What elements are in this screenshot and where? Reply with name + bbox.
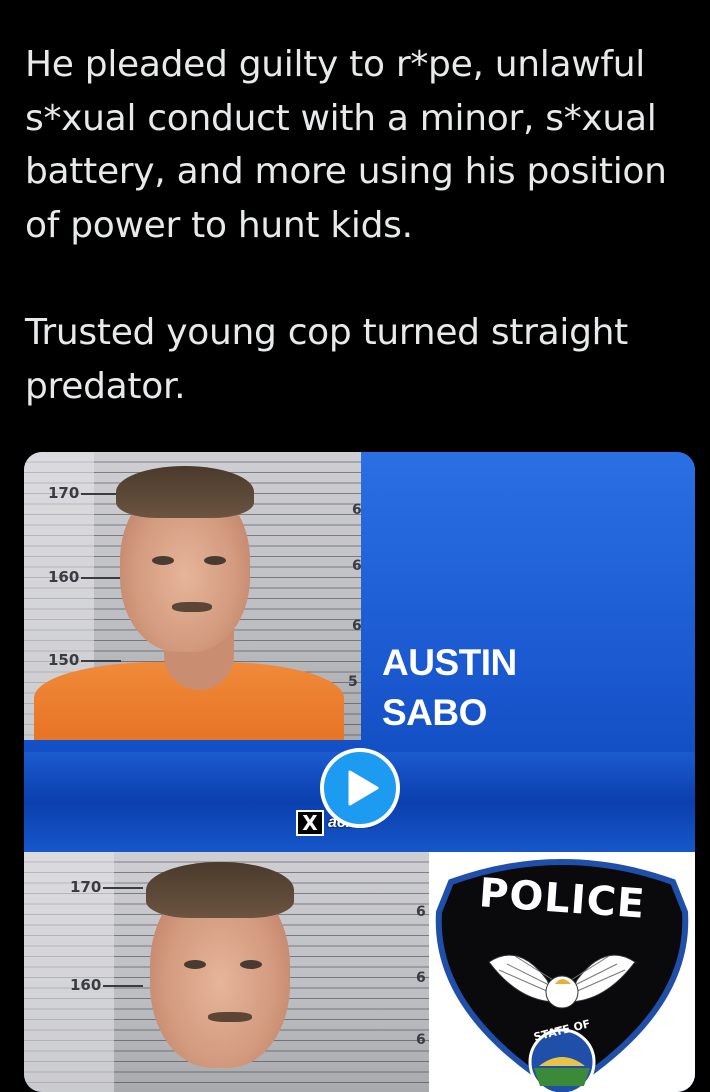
side-digit: 6 xyxy=(352,618,361,634)
height-mark: 170 xyxy=(70,878,145,896)
name-line-last: SABO xyxy=(382,692,487,733)
video-media[interactable]: 170 160 150 6 6 6 5 AUSTIN SABO 170 160 … xyxy=(24,452,695,1092)
side-digit: 5 xyxy=(348,674,358,690)
height-mark: 170 xyxy=(48,484,123,502)
side-digit: 6 xyxy=(352,558,361,574)
mugshot-bottom: 170 160 6 6 6 xyxy=(24,852,429,1092)
x-logo-icon: X xyxy=(296,810,324,836)
police-badge: POLICE STATE OF xyxy=(429,852,695,1092)
side-digit: 6 xyxy=(352,502,361,518)
tweet-paragraph-2: Trusted young cop turned straight predat… xyxy=(25,312,628,407)
tweet-paragraph-1: He pleaded guilty to r*pe, unlawful s*xu… xyxy=(25,44,667,246)
play-button[interactable] xyxy=(320,748,400,828)
side-digit: 6 xyxy=(416,1032,426,1048)
tweet-text: He pleaded guilty to r*pe, unlawful s*xu… xyxy=(25,38,700,413)
name-line-first: AUSTIN xyxy=(382,642,517,683)
height-mark: 160 xyxy=(48,568,123,586)
height-mark: 160 xyxy=(70,976,145,994)
mugshot-top: 170 160 150 6 6 6 5 xyxy=(24,452,361,740)
side-digit: 6 xyxy=(416,970,426,986)
height-mark: 150 xyxy=(48,651,123,669)
suspect-name: AUSTIN SABO xyxy=(382,638,517,738)
play-icon xyxy=(348,770,379,806)
side-digit: 6 xyxy=(416,904,426,920)
